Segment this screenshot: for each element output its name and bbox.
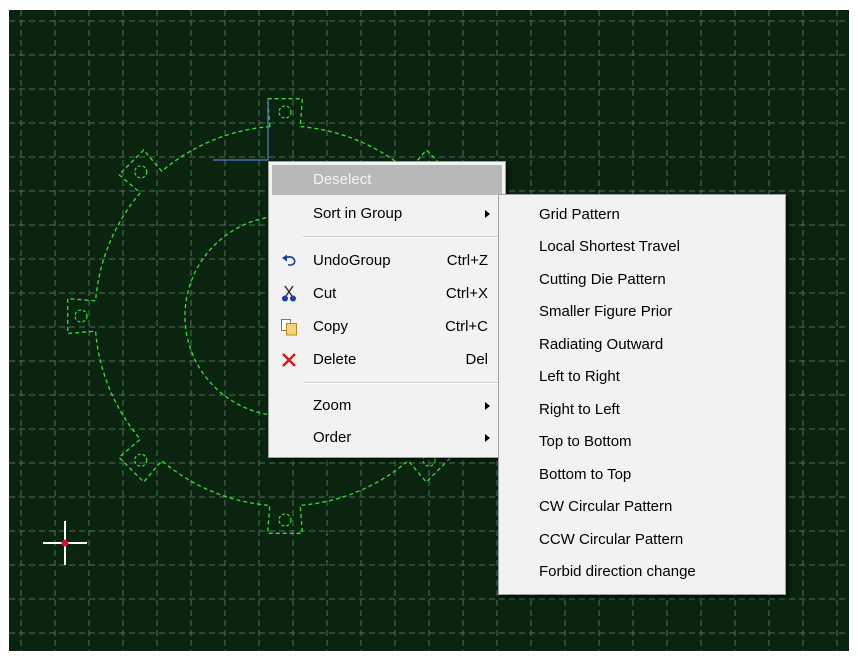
menu-item-cut[interactable]: Cut Ctrl+X [272,279,502,309]
submenu-item-radiating-outward[interactable]: Radiating Outward [502,329,782,361]
menu-item-label: Delete [313,351,357,368]
menu-item-label: UndoGroup [313,252,391,269]
delete-x-icon [282,353,296,367]
scissors-icon [282,285,296,302]
gear-tooth-hole [134,165,148,179]
submenu-item-label: CCW Circular Pattern [539,531,684,548]
menu-item-shortcut: Del [465,351,488,368]
context-menu: Deselect Sort in Group UndoGroup Ctrl+Z … [268,161,506,458]
menu-item-zoom[interactable]: Zoom [272,391,502,421]
menu-item-label: Deselect [313,171,372,188]
menu-item-label: Zoom [313,397,352,414]
submenu-item-label: Right to Left [539,401,620,418]
menu-item-shortcut: Ctrl+C [445,318,488,335]
submenu-arrow-icon [485,402,490,410]
submenu-item-label: Smaller Figure Prior [539,303,673,320]
menu-separator [303,382,501,384]
menu-item-shortcut: Ctrl+X [445,285,488,302]
submenu-item-cw-circular-pattern[interactable]: CW Circular Pattern [502,491,782,523]
menu-item-sort-in-group[interactable]: Sort in Group [272,199,502,229]
menu-item-order[interactable]: Order [272,423,502,453]
submenu-item-right-to-left[interactable]: Right to Left [502,394,782,426]
undo-icon [282,254,296,266]
gear-tooth-hole [278,105,292,119]
menu-item-delete[interactable]: Delete Del [272,345,502,375]
gear-tooth-hole [74,309,88,323]
gear-tooth-hole [134,453,148,467]
submenu-item-forbid-direction-change[interactable]: Forbid direction change [502,556,782,588]
submenu-item-label: Bottom to Top [539,466,632,483]
menu-item-shortcut: Ctrl+Z [446,252,488,269]
submenu-item-local-shortest-travel[interactable]: Local Shortest Travel [502,231,782,263]
submenu-item-grid-pattern[interactable]: Grid Pattern [502,199,782,231]
submenu-arrow-icon [485,434,490,442]
submenu-item-smaller-figure-prior[interactable]: Smaller Figure Prior [502,296,782,328]
menu-item-label: Copy [313,318,349,335]
submenu-item-label: Forbid direction change [539,563,696,580]
cursor-guide-lines [213,98,269,161]
submenu-item-label: Left to Right [539,368,620,385]
application-window: Deselect Sort in Group UndoGroup Ctrl+Z … [0,0,858,661]
menu-item-label: Cut [313,285,337,302]
submenu-item-top-to-bottom[interactable]: Top to Bottom [502,426,782,458]
copy-icon [281,319,297,336]
menu-item-deselect[interactable]: Deselect [272,165,502,195]
menu-separator [303,236,501,238]
submenu-item-ccw-circular-pattern[interactable]: CCW Circular Pattern [502,524,782,556]
submenu-item-cutting-die-pattern[interactable]: Cutting Die Pattern [502,264,782,296]
submenu-item-label: Grid Pattern [539,206,620,223]
submenu-item-label: Radiating Outward [539,336,664,353]
menu-item-label: Order [313,429,352,446]
origin-crosshair-icon [43,521,87,565]
sort-in-group-submenu: Grid Pattern Local Shortest Travel Cutti… [498,194,786,595]
submenu-item-label: Top to Bottom [539,433,632,450]
submenu-arrow-icon [485,210,490,218]
menu-item-copy[interactable]: Copy Ctrl+C [272,312,502,342]
submenu-item-label: CW Circular Pattern [539,498,673,515]
menu-item-undo-group[interactable]: UndoGroup Ctrl+Z [272,246,502,276]
gear-tooth-hole [278,513,292,527]
menu-item-label: Sort in Group [313,205,403,222]
submenu-item-bottom-to-top[interactable]: Bottom to Top [502,459,782,491]
submenu-item-left-to-right[interactable]: Left to Right [502,361,782,393]
submenu-item-label: Local Shortest Travel [539,238,680,255]
submenu-item-label: Cutting Die Pattern [539,271,666,288]
